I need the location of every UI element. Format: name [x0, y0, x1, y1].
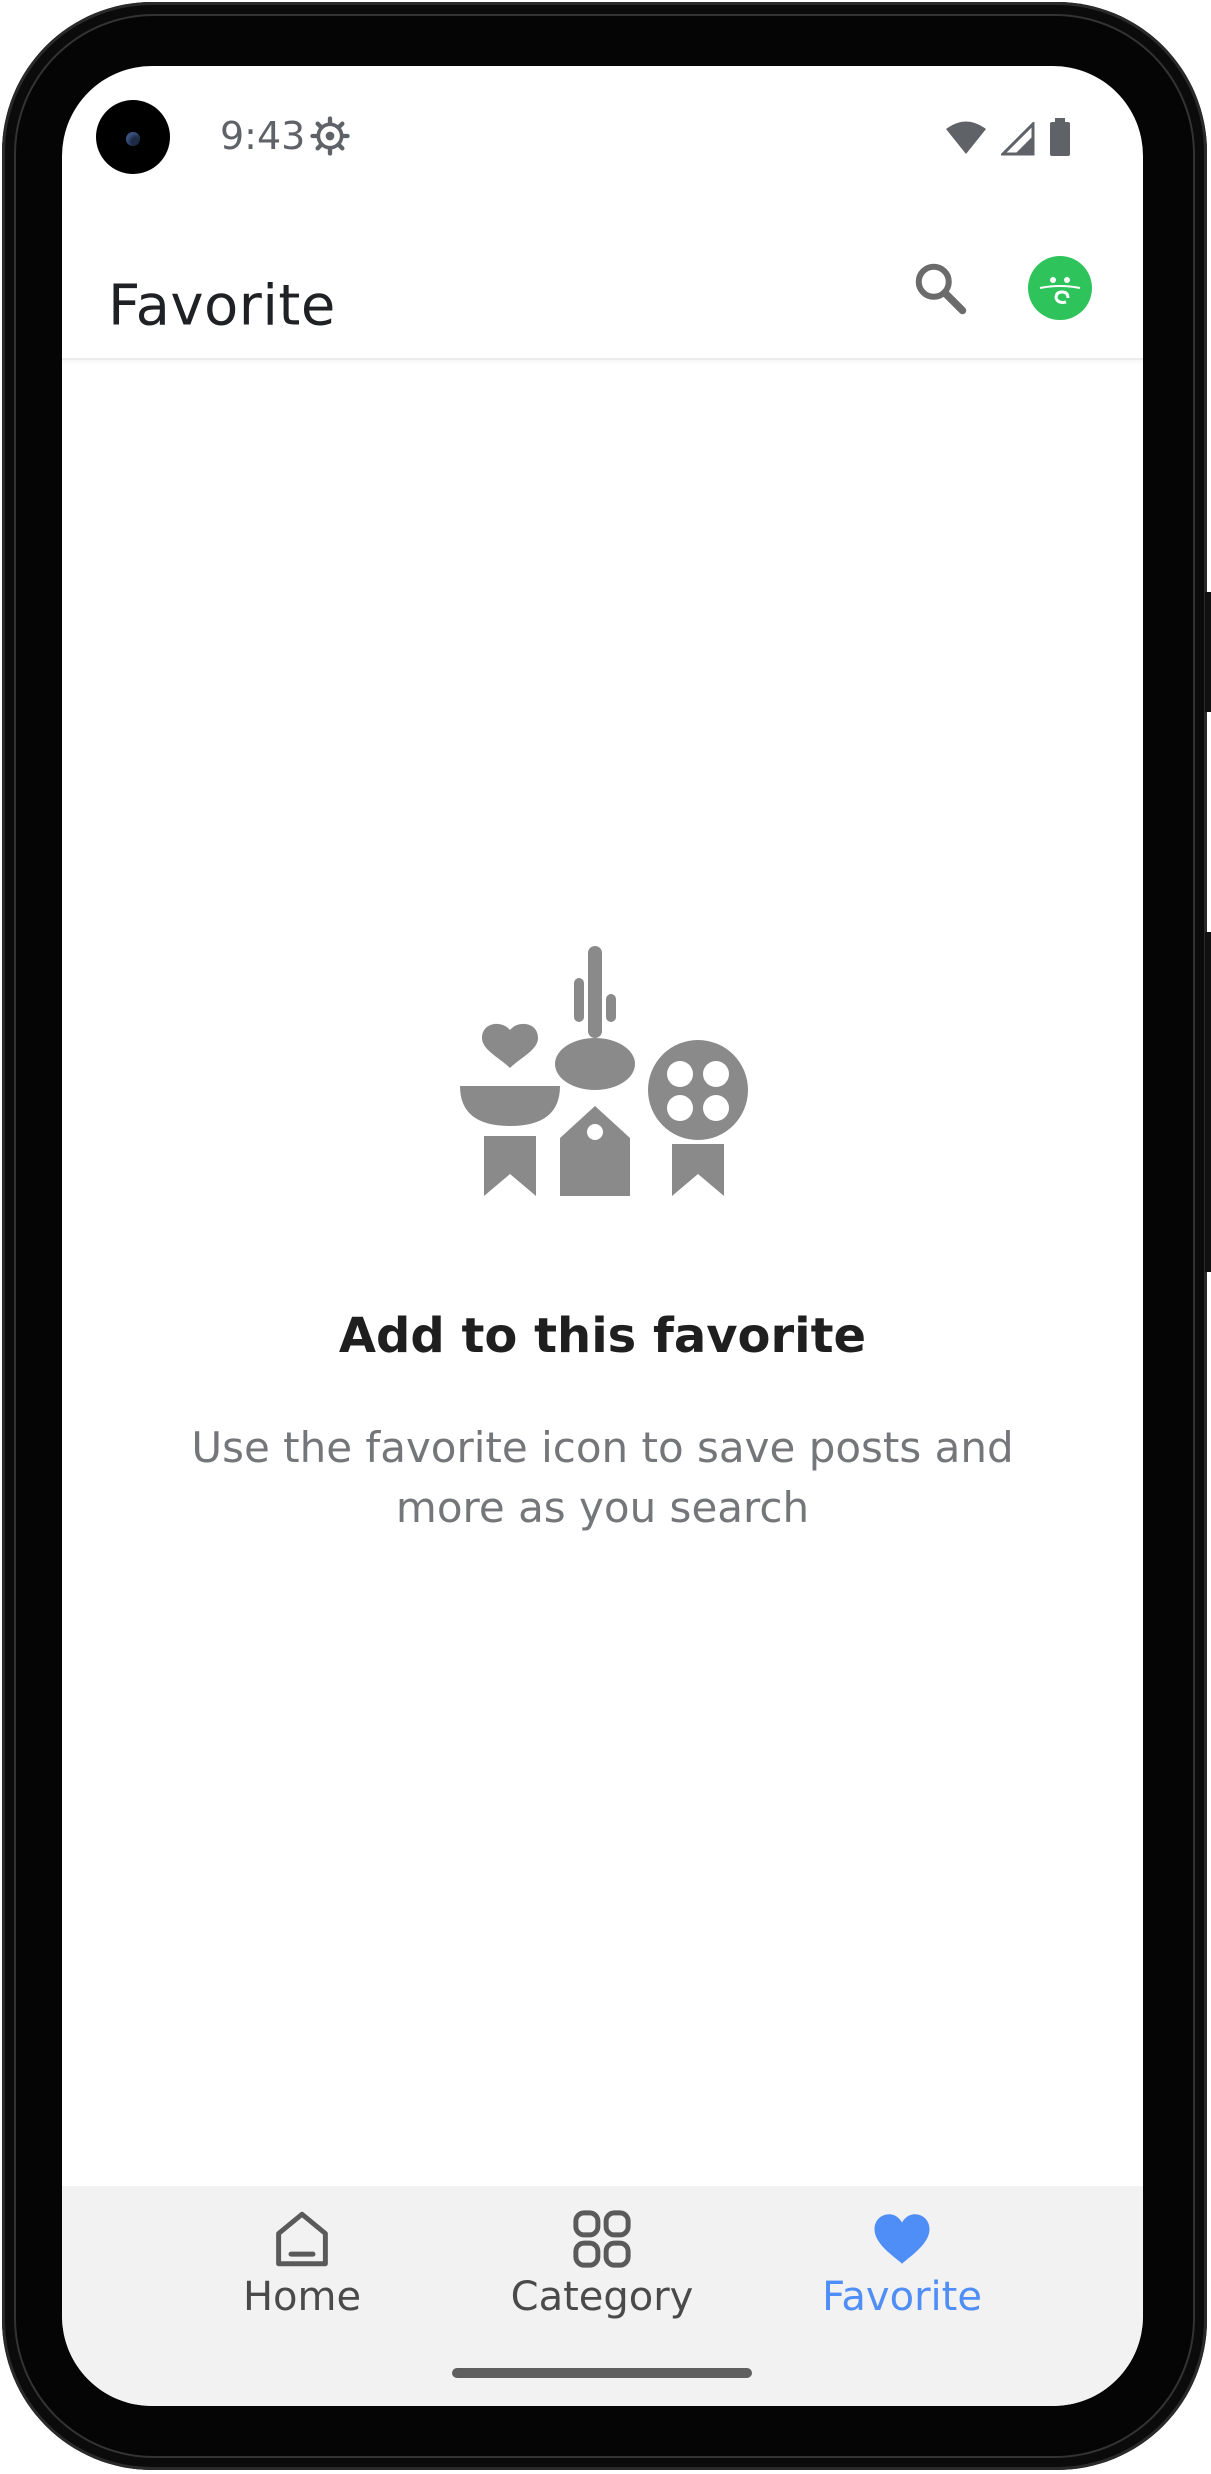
status-bar: 9:43 — [62, 66, 1143, 216]
wifi-icon — [946, 121, 986, 154]
status-time: 9:43 — [220, 114, 306, 158]
phone-volume-button — [1205, 932, 1211, 1272]
home-icon — [276, 2211, 328, 2267]
bottom-navigation: Home Category Favorite — [62, 2186, 1143, 2406]
battery-icon — [1050, 118, 1070, 156]
nav-item-home[interactable]: Home — [152, 2206, 452, 2336]
favorites-badges-illustration — [460, 946, 748, 1196]
settings-gear-icon — [310, 116, 350, 156]
page-title: Favorite — [108, 273, 336, 339]
front-camera — [96, 100, 170, 174]
nav-label-category: Category — [510, 2274, 694, 2320]
phone-side-button — [1205, 592, 1211, 712]
gesture-home-indicator[interactable] — [452, 2368, 752, 2378]
cellular-signal-icon — [1001, 122, 1035, 156]
app-bar: Favorite — [62, 216, 1143, 360]
heart-icon — [874, 2214, 930, 2264]
avatar[interactable] — [1028, 256, 1092, 320]
nav-label-favorite: Favorite — [822, 2274, 982, 2320]
nav-label-home: Home — [242, 2274, 362, 2320]
status-icons — [945, 118, 1071, 156]
empty-state-title: Add to this favorite — [338, 1308, 867, 1364]
empty-state-description: Use the favorite icon to save posts and … — [191, 1423, 1014, 1532]
category-grid-icon — [573, 2210, 631, 2268]
android-avatar-icon — [1039, 263, 1081, 304]
phone-frame: 9:43 Favorite Add to this favorite Use t… — [2, 2, 1211, 2470]
nav-item-favorite[interactable]: Favorite — [752, 2206, 1052, 2336]
phone-screen: 9:43 Favorite Add to this favorite Use t… — [62, 66, 1143, 2406]
search-icon[interactable] — [910, 258, 970, 318]
nav-item-category[interactable]: Category — [452, 2206, 752, 2336]
